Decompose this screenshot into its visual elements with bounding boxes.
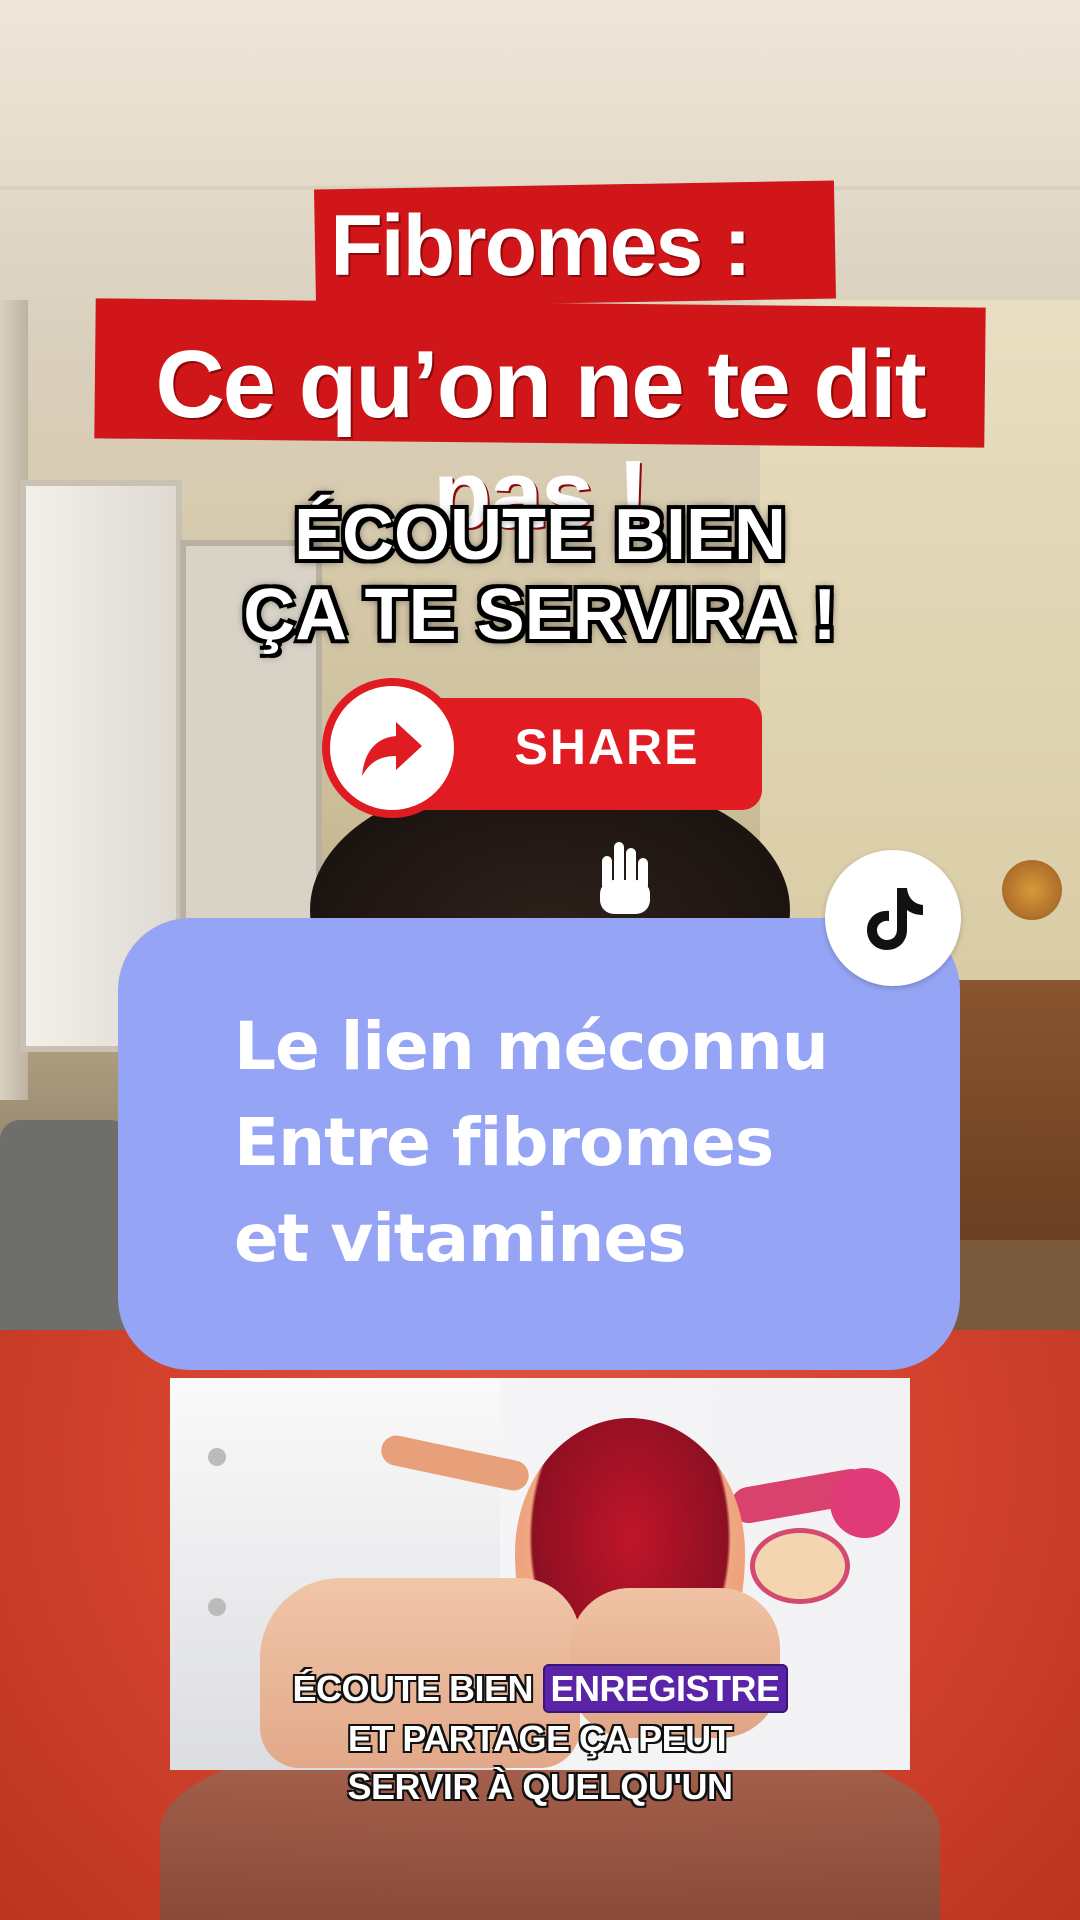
- share-arrow-icon: [322, 678, 462, 818]
- tiktok-logo-icon[interactable]: [825, 850, 961, 986]
- caption-text: ÉCOUTE BIEN: [292, 1668, 533, 1709]
- share-button[interactable]: SHARE: [322, 678, 762, 818]
- share-label: SHARE: [514, 719, 700, 775]
- info-card: Le lien méconnu Entre fibromes et vitami…: [118, 918, 960, 1370]
- title-banner: Fibromes : Ce qu’on ne te dit pas !: [94, 180, 986, 548]
- ovary-right: [830, 1468, 900, 1538]
- caption-line-1: ÉCOUTE BIEN ENREGISTRE: [0, 1664, 1080, 1713]
- caption-line-3: SERVIR À QUELQU'UN: [347, 1766, 733, 1807]
- subtitle-line-2: ÇA TE SERVIRA !: [243, 575, 837, 655]
- card-line-1: Le lien méconnu: [234, 1008, 829, 1085]
- title-line-1: Fibromes :: [330, 198, 752, 294]
- coat-button: [208, 1448, 226, 1466]
- caption-line-2: ET PARTAGE ÇA PEUT: [347, 1718, 733, 1759]
- flower-pot: [1002, 860, 1062, 920]
- coat-button: [208, 1598, 226, 1616]
- wooden-cabinet: [940, 980, 1080, 1240]
- card-line-3: et vitamines: [234, 1200, 686, 1277]
- pointing-hand-icon: [588, 836, 658, 916]
- caption-highlight: ENREGISTRE: [542, 1664, 788, 1713]
- ovary-section: [750, 1528, 850, 1604]
- subtitle-line-1: ÉCOUTE BIEN: [293, 495, 787, 575]
- card-line-2: Entre fibromes: [234, 1104, 774, 1181]
